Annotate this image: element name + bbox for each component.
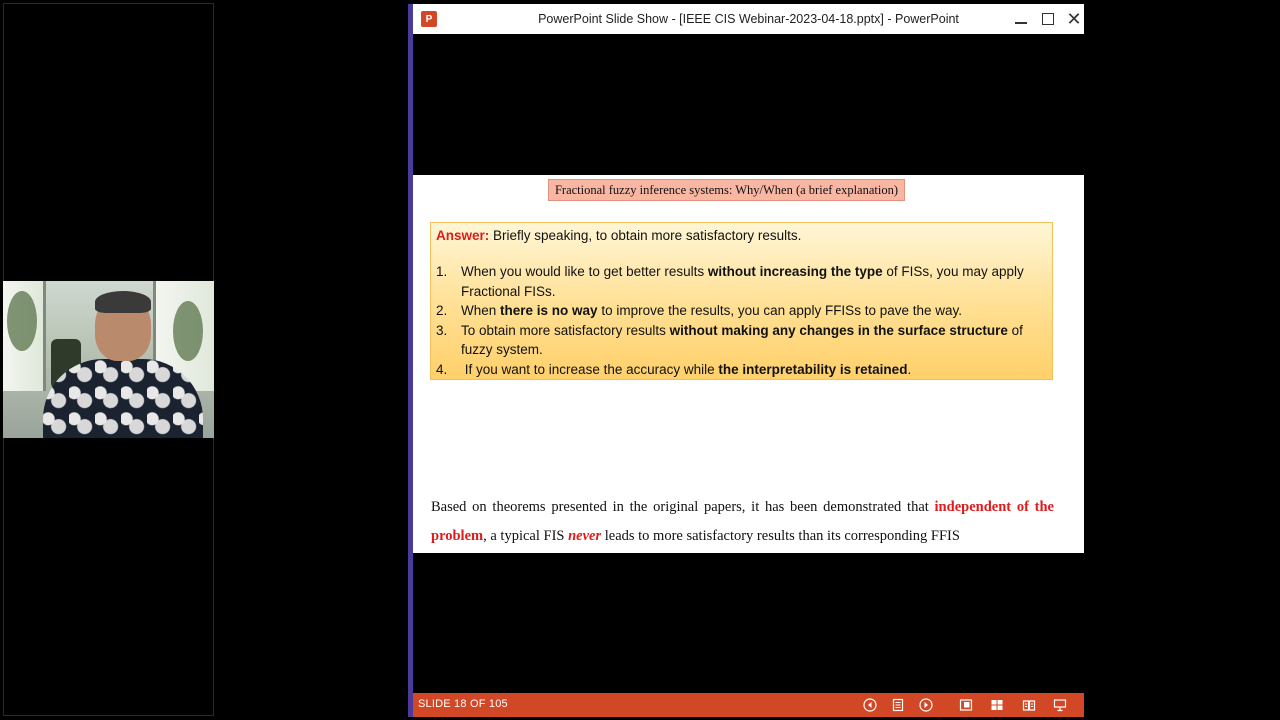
list-text: When there is no way to improve the resu… [461,303,962,318]
window-title: PowerPoint Slide Show - [IEEE CIS Webina… [538,12,959,26]
list-item: 2. When there is no way to improve the r… [436,301,1047,321]
slide-show-button[interactable] [1052,697,1068,713]
answer-box: Answer: Briefly speaking, to obtain more… [430,222,1053,380]
next-button[interactable] [918,697,934,713]
answer-text: Briefly speaking, to obtain more satisfa… [493,228,802,243]
answer-line: Answer: Briefly speaking, to obtain more… [436,227,1047,244]
previous-button[interactable] [862,697,878,713]
minimize-icon [1015,22,1027,24]
slide-sorter-button[interactable] [989,697,1005,713]
next-icon [919,698,933,712]
title-bar: P PowerPoint Slide Show - [IEEE CIS Webi… [413,4,1084,34]
maximize-icon [1042,13,1054,25]
slide[interactable]: Fractional fuzzy inference systems: Why/… [413,175,1084,553]
list-number: 3. [436,322,448,338]
list-item: 1. When you would like to get better res… [436,262,1047,301]
normal-view-icon [959,699,973,711]
list-text: When you would like to get better result… [461,264,1024,299]
list-text: If you want to increase the accuracy whi… [461,361,912,377]
reading-view-button[interactable] [1021,697,1037,713]
points-list: 1. When you would like to get better res… [436,262,1047,379]
slide-show-icon [1053,699,1067,712]
status-bar: SLIDE 18 OF 105 [413,693,1084,717]
previous-icon [863,698,877,712]
list-number: 4. [436,361,448,377]
list-number: 2. [436,303,448,318]
minimize-button[interactable] [1010,8,1032,30]
list-item: 4. If you want to increase the accuracy … [436,360,1047,380]
list-number: 1. [436,264,448,279]
answer-label: Answer: [436,228,490,243]
normal-view-button[interactable] [958,697,974,713]
reading-view-icon [1022,700,1036,711]
close-icon: ✕ [1066,8,1082,30]
webcam-video [3,281,214,438]
slide-paragraph: Based on theorems presented in the origi… [431,499,1054,544]
slide-sorter-icon [991,700,1003,710]
powerpoint-window: P PowerPoint Slide Show - [IEEE CIS Webi… [408,4,1084,717]
slide-menu-button[interactable] [890,697,906,713]
list-item: 3. To obtain more satisfactory results w… [436,321,1047,360]
slide-title: Fractional fuzzy inference systems: Why/… [548,179,905,201]
emphasis-text: never [568,528,602,544]
slide-counter: SLIDE 18 OF 105 [418,698,508,710]
maximize-button[interactable] [1037,8,1059,30]
close-button[interactable]: ✕ [1063,8,1085,30]
slide-menu-icon [892,698,904,712]
list-text: To obtain more satisfactory results with… [461,322,1023,358]
